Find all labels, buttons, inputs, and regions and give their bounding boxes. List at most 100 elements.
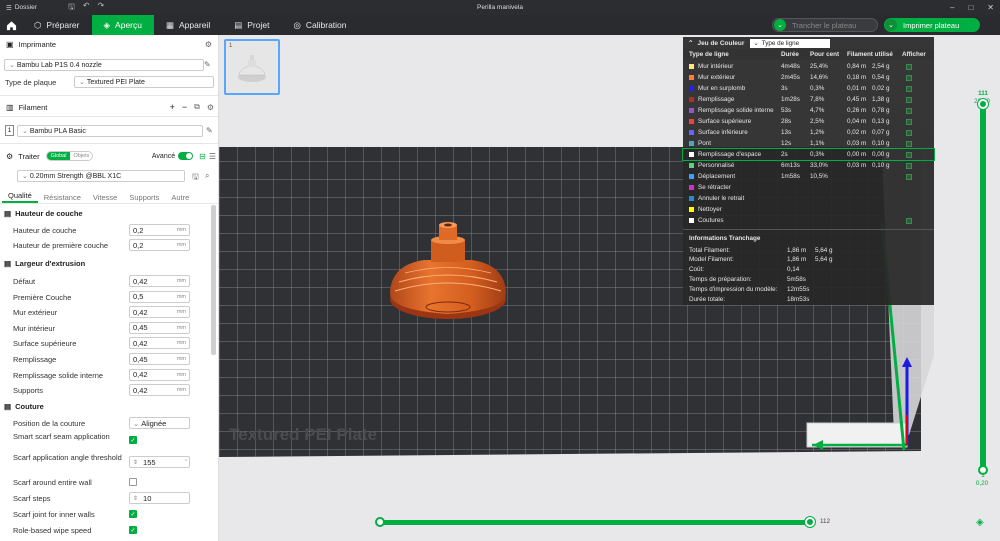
scarf-angle-input[interactable]: ⇕ 155 ° (129, 456, 190, 468)
move-slider-start-handle[interactable] (375, 517, 385, 527)
legend-row[interactable]: Remplissage solide interne 53s 4,7% 0,26 m 0… (683, 105, 934, 116)
wipe-speed-checkbox[interactable]: ✓ (129, 526, 137, 534)
tab-calibration[interactable]: ◎ Calibration (281, 15, 358, 35)
seam-position-select[interactable]: ⌄ Alignée (129, 417, 190, 429)
divider (683, 229, 934, 230)
legend-visibility-checkbox[interactable] (906, 74, 912, 81)
legend-row[interactable]: Se rétracter (683, 182, 934, 193)
dropdown-icon[interactable]: ⌄ (774, 19, 786, 31)
legend-visibility-checkbox[interactable] (906, 151, 912, 158)
tab-prepare[interactable]: ⬡ Préparer (22, 15, 92, 35)
process-profile-select[interactable]: ⌄ 0.20mm Strength @BBL X1C (17, 170, 185, 182)
filament-sync-icon[interactable]: ⧉ (194, 102, 200, 112)
line-type-select[interactable]: ⌄ Type de ligne (750, 38, 831, 48)
top-layer-handle[interactable] (978, 99, 988, 109)
edit-icon[interactable]: ✎ (206, 126, 213, 135)
collapse-icon[interactable]: ⌃ (688, 39, 693, 47)
list-icon[interactable]: ☰ (209, 152, 216, 161)
add-icon[interactable]: + (170, 102, 175, 112)
settings-scrollbar[interactable] (211, 205, 216, 355)
filament-select[interactable]: ⌄ Bambu PLA Basic (17, 125, 203, 137)
internal-solid-infill-width-input[interactable]: 0,42 mm (129, 368, 190, 381)
edit-icon[interactable]: ✎ (204, 60, 211, 69)
search-icon[interactable]: ⌕ (205, 171, 209, 181)
plate-thumbnail[interactable]: 1 (224, 39, 280, 95)
legend-row[interactable]: Mur intérieur 4m48s 25,4% 0,84 m 2,54 g (683, 61, 934, 72)
legend-row[interactable]: Déplacement 1m58s 10,5% (683, 171, 934, 182)
subtab-other[interactable]: Autre (165, 193, 195, 202)
save-icon[interactable]: 🖫 (192, 171, 199, 185)
move-slider-end-handle[interactable] (805, 517, 815, 527)
legend-row[interactable]: Personnalisé 6m13s 33,0% 0,03 m 0,10 g (683, 160, 934, 171)
spin-icon[interactable]: ⇕ (133, 495, 138, 502)
subtab-strength[interactable]: Résistance (38, 193, 87, 202)
subtab-speed[interactable]: Vitesse (87, 193, 123, 202)
print-plate-button[interactable]: ⌄ Imprimer plateau (884, 18, 980, 32)
legend-row[interactable]: Mur en surplomb 3s 0,3% 0,01 m 0,02 g (683, 83, 934, 94)
redo-icon[interactable]: ↷ (98, 1, 105, 15)
scarf-steps-input[interactable]: ⇕ 10 (129, 492, 190, 504)
file-menu[interactable]: ☰ Dossier (0, 4, 60, 12)
outer-wall-width-input[interactable]: 0,42 mm (129, 306, 190, 319)
spin-icon[interactable]: ⇕ (133, 459, 138, 466)
legend-visibility-checkbox[interactable] (906, 118, 912, 125)
legend-row[interactable]: Surface inférieure 13s 1,2% 0,02 m 0,07 g (683, 127, 934, 138)
subtab-quality[interactable]: Qualité (2, 191, 38, 203)
tab-preview[interactable]: ◈ Aperçu (91, 15, 154, 35)
first-layer-height-input[interactable]: 0,2 mm (129, 239, 190, 251)
tab-project[interactable]: ▤ Projet (222, 15, 281, 35)
subtab-support[interactable]: Supports (123, 193, 165, 202)
layer-slider[interactable] (978, 99, 988, 475)
gear-icon[interactable]: ⚙ (205, 40, 212, 49)
legend-row[interactable]: Mur extérieur 2m45s 14,6% 0,18 m 0,54 g (683, 72, 934, 83)
maximize-icon[interactable]: □ (968, 3, 973, 12)
legend-row[interactable]: Nettoyer (683, 204, 934, 215)
legend-row[interactable]: Coutures (683, 215, 934, 226)
save-icon[interactable]: 🖫 (68, 1, 75, 15)
legend-visibility-checkbox[interactable] (906, 85, 912, 92)
slice-plate-button[interactable]: ⌄ Trancher le plateau (772, 18, 878, 32)
first-layer-width-input[interactable]: 0,5 mm (129, 290, 190, 303)
global-objects-toggle[interactable]: Global Objets (45, 151, 94, 161)
default-width-input[interactable]: 0,42 mm (129, 275, 190, 287)
scarf-around-checkbox[interactable] (129, 478, 137, 486)
legend-row[interactable]: Surface supérieure 28s 2,5% 0,04 m 0,13 g (683, 116, 934, 127)
plate-type-select[interactable]: ⌄ Textured PEI Plate (74, 76, 214, 88)
support-width-input[interactable]: 0,42 mm (129, 384, 190, 397)
move-slider[interactable] (375, 517, 815, 527)
smart-scarf-checkbox[interactable]: ✓ (129, 436, 137, 444)
filament-slot[interactable]: 1 (5, 125, 14, 136)
dropdown-icon[interactable]: ⌄ (885, 19, 897, 31)
layer-height-input[interactable]: 0,2 mm (129, 224, 190, 236)
preview-viewport[interactable]: Textured PEI Plate 1 ⌃ Jeu de Couleur ⌄ … (219, 35, 1000, 541)
printer-select[interactable]: ⌄ Bambu Lab P1S 0.4 nozzle (4, 59, 204, 71)
legend-visibility-checkbox[interactable] (906, 107, 912, 114)
legend-visibility-checkbox[interactable] (906, 129, 912, 136)
legend-row[interactable]: Pont 12s 1,1% 0,03 m 0,10 g (683, 138, 934, 149)
compare-icon[interactable]: ⊟ (199, 152, 206, 161)
layers-toggle-icon[interactable]: ◈ (976, 517, 984, 528)
home-button[interactable] (0, 15, 22, 35)
legend-row[interactable]: Remplissage d'espace 2s 0,3% 0,00 m 0,00 g (682, 148, 935, 161)
remove-icon[interactable]: − (182, 102, 187, 112)
scarf-inner-checkbox[interactable]: ✓ (129, 510, 137, 518)
toggle-global[interactable]: Global (46, 152, 71, 160)
gear-icon[interactable]: ⚙ (207, 103, 214, 112)
tab-device[interactable]: ▦ Appareil (154, 15, 222, 35)
legend-row[interactable]: Remplissage 1m28s 7,8% 0,45 m 1,38 g (683, 94, 934, 105)
legend-visibility-checkbox[interactable] (906, 217, 912, 224)
top-surface-width-input[interactable]: 0,42 mm (129, 337, 190, 350)
legend-visibility-checkbox[interactable] (906, 140, 912, 147)
advanced-toggle[interactable] (178, 152, 194, 160)
inner-wall-width-input[interactable]: 0,45 mm (129, 321, 190, 334)
legend-visibility-checkbox[interactable] (906, 96, 912, 103)
sparse-infill-width-input[interactable]: 0,45 mm (129, 353, 190, 365)
legend-row[interactable]: Annuler le retrait (683, 193, 934, 204)
minimize-icon[interactable]: – (950, 3, 954, 12)
close-icon[interactable]: ✕ (987, 3, 994, 12)
legend-visibility-checkbox[interactable] (906, 162, 912, 169)
legend-visibility-checkbox[interactable] (906, 63, 912, 70)
toggle-objects[interactable]: Objets (70, 152, 92, 160)
legend-visibility-checkbox[interactable] (906, 173, 912, 180)
undo-icon[interactable]: ↶ (83, 1, 90, 15)
